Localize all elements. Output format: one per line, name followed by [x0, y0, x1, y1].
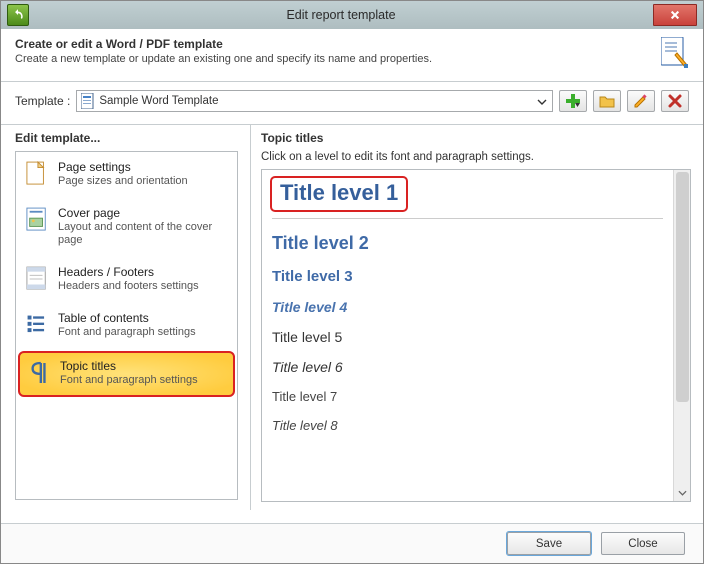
- nav-item-cover-page[interactable]: Cover page Layout and content of the cov…: [16, 198, 237, 257]
- nav-item-headers-footers[interactable]: Headers / Footers Headers and footers se…: [16, 257, 237, 303]
- scroll-down-arrow[interactable]: [674, 484, 691, 501]
- open-template-button[interactable]: [593, 90, 621, 112]
- plus-icon: [565, 93, 581, 109]
- page-icon: [26, 161, 48, 187]
- nav-item-table-of-contents[interactable]: Table of contents Font and paragraph set…: [16, 303, 237, 349]
- main-columns: Edit template... Page settings Page size…: [1, 125, 703, 510]
- word-doc-icon: [81, 93, 95, 109]
- template-section-list: Page settings Page sizes and orientation…: [15, 151, 238, 500]
- left-panel: Edit template... Page settings Page size…: [1, 125, 251, 510]
- scrollbar[interactable]: [673, 170, 690, 501]
- title-level-6[interactable]: Title level 6: [272, 359, 663, 375]
- title-level-7[interactable]: Title level 7: [272, 389, 663, 404]
- new-template-button[interactable]: [559, 90, 587, 112]
- title-level-2[interactable]: Title level 2: [272, 233, 663, 254]
- reload-icon: [11, 8, 25, 22]
- footer: Save Close: [1, 523, 703, 563]
- title-level-5[interactable]: Title level 5: [272, 329, 663, 345]
- nav-item-topic-titles[interactable]: Topic titles Font and paragraph settings: [18, 351, 235, 397]
- chevron-down-icon: [534, 94, 550, 108]
- intro-subtext: Create a new template or update an exist…: [15, 53, 653, 65]
- nav-item-desc: Font and paragraph settings: [58, 326, 196, 339]
- close-icon: [670, 10, 680, 20]
- header-footer-icon: [26, 266, 48, 292]
- window-close-button[interactable]: [653, 4, 697, 26]
- left-panel-title: Edit template...: [15, 131, 238, 145]
- app-icon: [7, 4, 29, 26]
- close-button[interactable]: Close: [601, 532, 685, 555]
- pencil-icon: [633, 93, 649, 109]
- intro-heading: Create or edit a Word / PDF template: [15, 37, 653, 51]
- nav-item-title: Table of contents: [58, 311, 196, 325]
- nav-item-desc: Layout and content of the cover page: [58, 221, 229, 247]
- intro-section: Create or edit a Word / PDF template Cre…: [1, 29, 703, 82]
- title-level-4[interactable]: Title level 4: [272, 299, 663, 315]
- nav-item-desc: Font and paragraph settings: [60, 374, 198, 387]
- titlebar: Edit report template: [1, 1, 703, 29]
- right-panel-hint: Click on a level to edit its font and pa…: [261, 151, 691, 163]
- toc-icon: [26, 314, 48, 336]
- template-label: Template :: [15, 94, 70, 108]
- folder-icon: [599, 93, 615, 109]
- cover-page-icon: [26, 207, 48, 233]
- template-select-value: Sample Word Template: [99, 95, 534, 107]
- nav-item-desc: Page sizes and orientation: [58, 175, 188, 188]
- pilcrow-icon: [29, 361, 49, 385]
- edit-template-button[interactable]: [627, 90, 655, 112]
- nav-item-page-settings[interactable]: Page settings Page sizes and orientation: [16, 152, 237, 198]
- nav-item-title: Topic titles: [60, 359, 198, 373]
- right-panel-title: Topic titles: [261, 131, 691, 145]
- right-panel: Topic titles Click on a level to edit it…: [251, 125, 703, 510]
- title-levels-list: Title level 1 Title level 2 Title level …: [261, 169, 691, 502]
- nav-item-title: Cover page: [58, 206, 229, 220]
- nav-item-title: Headers / Footers: [58, 265, 199, 279]
- save-button[interactable]: Save: [507, 532, 591, 555]
- delete-x-icon: [667, 93, 683, 109]
- delete-template-button[interactable]: [661, 90, 689, 112]
- template-select[interactable]: Sample Word Template: [76, 90, 553, 112]
- scrollbar-thumb[interactable]: [676, 172, 689, 402]
- title-level-3[interactable]: Title level 3: [272, 268, 663, 285]
- window-title: Edit report template: [29, 8, 653, 22]
- title-level-8[interactable]: Title level 8: [272, 418, 663, 433]
- template-row: Template : Sample Word Template: [1, 82, 703, 125]
- title-level-1[interactable]: Title level 1: [270, 176, 408, 212]
- nav-item-desc: Headers and footers settings: [58, 280, 199, 293]
- nav-item-title: Page settings: [58, 160, 188, 174]
- template-sheet-icon: [661, 37, 689, 69]
